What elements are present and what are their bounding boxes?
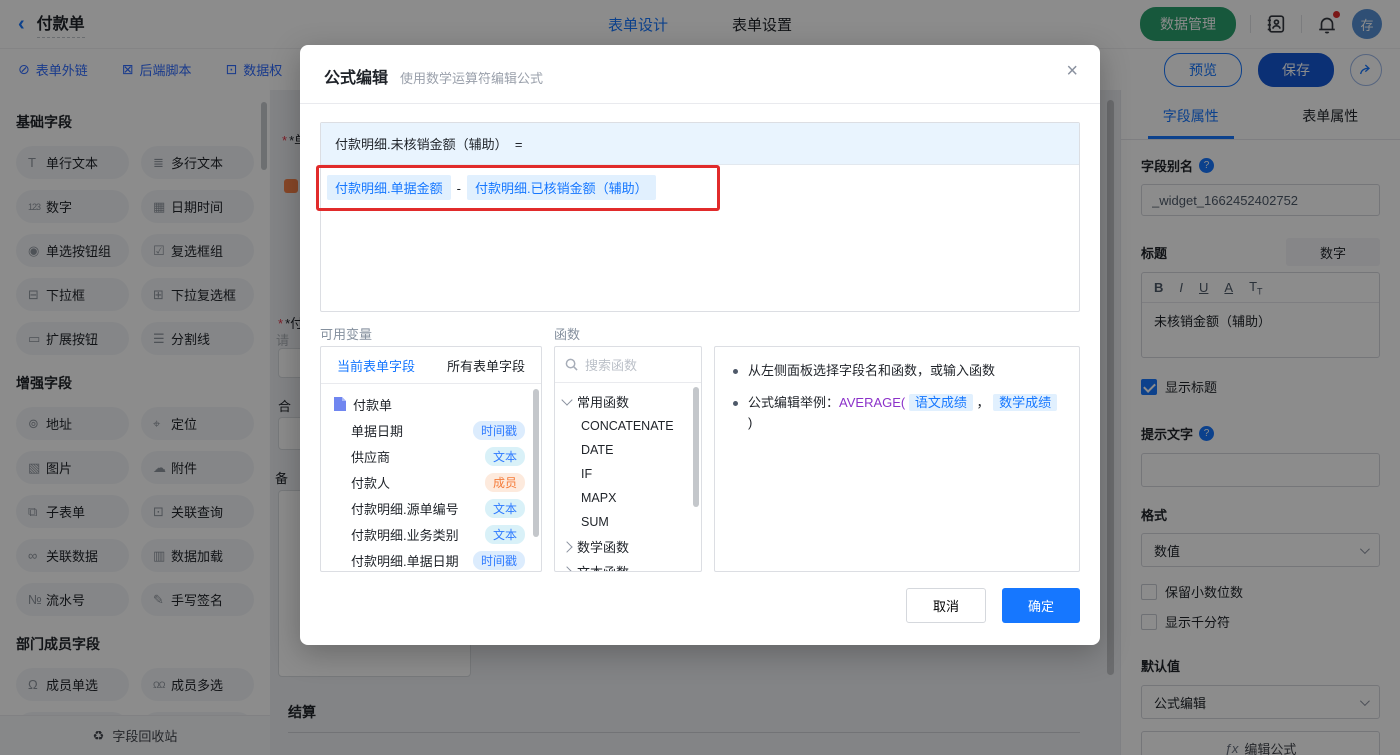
example-field-chip: 语文成绩 xyxy=(908,394,973,411)
function-item[interactable]: DATE xyxy=(555,438,701,462)
function-group-text[interactable]: 文本函数 xyxy=(555,559,701,571)
example-function-name: AVERAGE( xyxy=(839,395,906,410)
hint-line-1: 从左侧面板选择字段名和函数，或输入函数 xyxy=(733,361,1061,381)
hint-line-2: 公式编辑举例：AVERAGE( 语文成绩 ， 数学成绩 ) xyxy=(733,393,1061,433)
variable-item[interactable]: 付款明细.源单编号 文本 xyxy=(321,495,541,521)
confirm-button[interactable]: 确定 xyxy=(1001,588,1080,623)
formula-field-chip[interactable]: 付款明细.单据金额 xyxy=(327,175,451,200)
functions-scrollbar[interactable] xyxy=(693,387,699,507)
type-badge: 文本 xyxy=(484,498,525,518)
form-doc-icon xyxy=(334,397,346,411)
cancel-button[interactable]: 取消 xyxy=(905,588,986,623)
formula-editor: 付款明细.未核销金额（辅助） = 付款明细.单据金额 - 付款明细.已核销金额（辅助… xyxy=(316,122,1080,312)
search-icon xyxy=(565,358,578,371)
variables-scrollbar[interactable] xyxy=(533,389,539,537)
modal-header: 公式编辑 使用数学运算符编辑公式 × xyxy=(300,45,1100,104)
variable-item[interactable]: 付款明细.单据日期 时间戳 xyxy=(321,547,541,571)
app-window: ‹ 付款单 表单设计 表单设置 数据管理 存 ⊘ 表单外链 ⊠ 后端脚本 ⊡ 数… xyxy=(0,0,1400,755)
search-placeholder: 搜索函数 xyxy=(585,358,638,373)
function-tree: 常用函数 CONCATENATE DATE IF MAPX SUM 数学函数 文… xyxy=(555,383,701,571)
functions-label: 函数 xyxy=(554,327,581,342)
modal-subtitle: 使用数学运算符编辑公式 xyxy=(400,71,544,86)
close-icon[interactable]: × xyxy=(1066,61,1078,81)
variables-tabs: 当前表单字段 所有表单字段 xyxy=(321,347,541,384)
function-item[interactable]: MAPX xyxy=(555,486,701,510)
functions-panel: 函数 搜索函数 常用函数 CONCATENATE DATE IF MAPX SU… xyxy=(554,324,702,572)
type-badge: 文本 xyxy=(484,446,525,466)
function-item[interactable]: SUM xyxy=(555,510,701,534)
variable-item[interactable]: 付款人 成员 xyxy=(321,469,541,495)
type-badge: 成员 xyxy=(484,472,525,492)
tab-all-form-fields[interactable]: 所有表单字段 xyxy=(431,347,541,383)
variable-item[interactable]: 供应商 文本 xyxy=(321,443,541,469)
type-badge: 时间戳 xyxy=(472,550,525,570)
formula-target: 付款明细.未核销金额（辅助） = xyxy=(321,123,1079,165)
function-item[interactable]: IF xyxy=(555,462,701,486)
formula-edit-modal: 公式编辑 使用数学运算符编辑公式 × 付款明细.未核销金额（辅助） = 付款明细… xyxy=(300,45,1100,645)
chevron-down-icon xyxy=(561,394,573,406)
formula-operator: - xyxy=(456,181,461,196)
variables-panel: 可用变量 当前表单字段 所有表单字段 付款单 单据日期 时间戳 供应商 文本 付… xyxy=(320,324,542,572)
type-badge: 时间戳 xyxy=(472,420,525,440)
variable-item[interactable]: 付款明细.业务类别 文本 xyxy=(321,521,541,547)
tab-current-form-fields[interactable]: 当前表单字段 xyxy=(321,347,431,383)
example-field-chip: 数学成绩 xyxy=(993,394,1058,411)
function-item[interactable]: CONCATENATE xyxy=(555,414,701,438)
chevron-right-icon xyxy=(561,565,573,571)
variables-label: 可用变量 xyxy=(320,327,373,342)
modal-footer: 取消 确定 xyxy=(300,572,1100,639)
chevron-right-icon xyxy=(561,540,573,553)
variables-tree: 付款单 单据日期 时间戳 供应商 文本 付款人 成员 付款明细.源单编号 文本 付款明细… xyxy=(321,384,541,571)
modal-title: 公式编辑 xyxy=(324,70,389,87)
variables-root-node[interactable]: 付款单 xyxy=(321,391,541,417)
function-group-common[interactable]: 常用函数 xyxy=(555,389,701,414)
formula-field-chip[interactable]: 付款明细.已核销金额（辅助） xyxy=(466,175,656,200)
variable-item[interactable]: 单据日期 时间戳 xyxy=(321,417,541,443)
type-badge: 文本 xyxy=(484,524,525,544)
function-group-math[interactable]: 数学函数 xyxy=(555,534,701,559)
hints-panel: 从左侧面板选择字段名和函数，或输入函数 公式编辑举例：AVERAGE( 语文成绩… xyxy=(714,324,1080,572)
function-search[interactable]: 搜索函数 xyxy=(555,347,701,383)
formula-expression-area[interactable]: 付款明细.单据金额 - 付款明细.已核销金额（辅助） xyxy=(321,165,1079,311)
